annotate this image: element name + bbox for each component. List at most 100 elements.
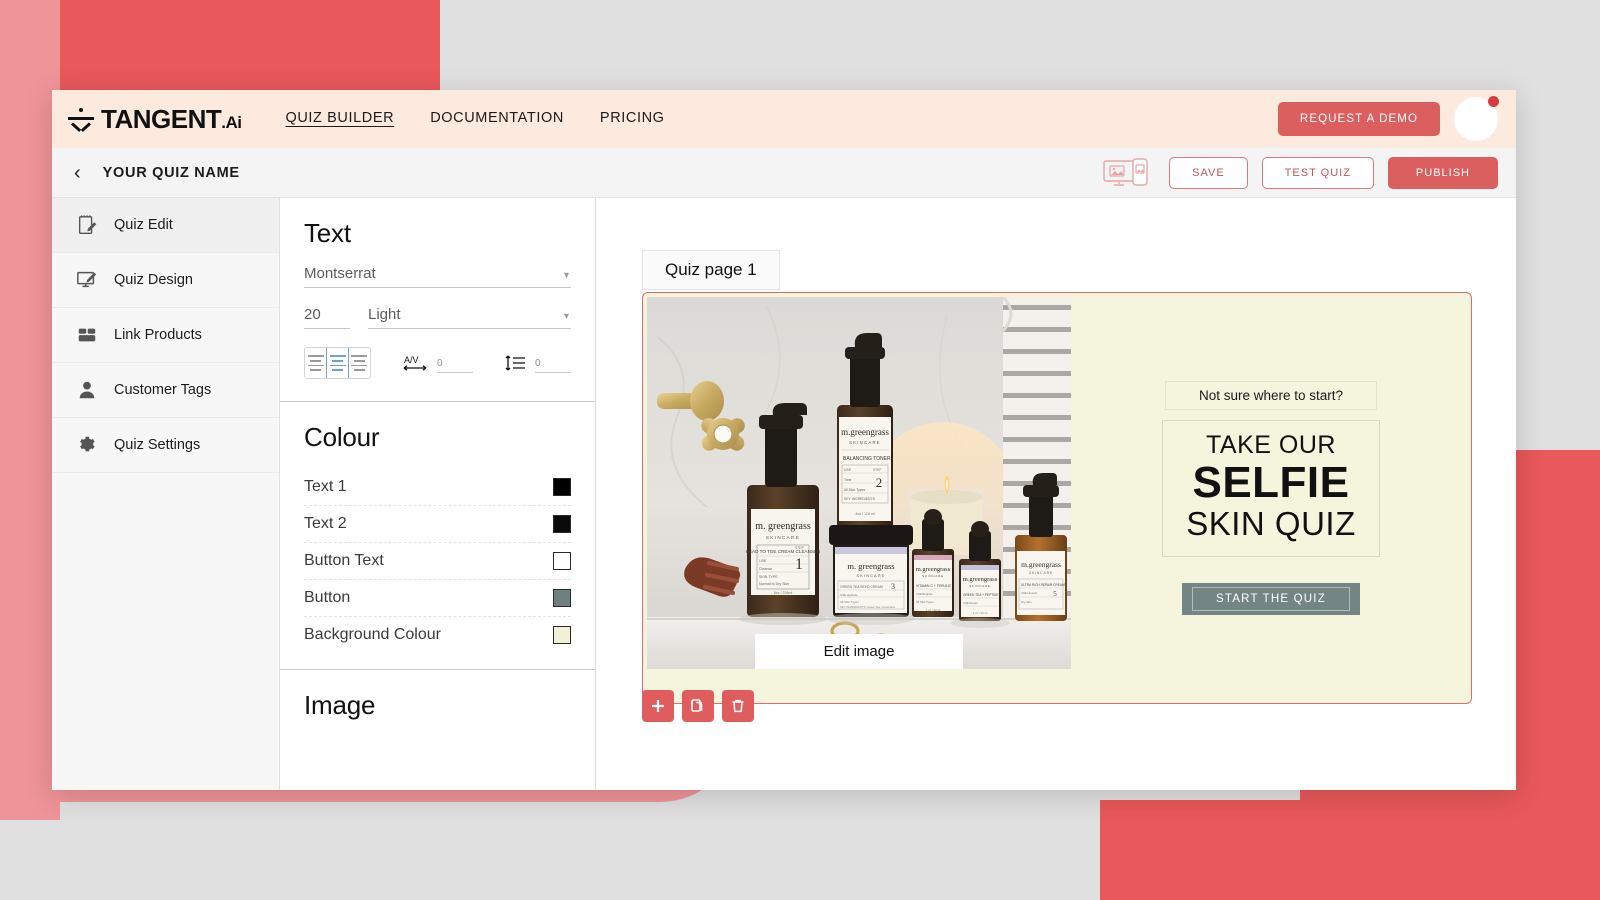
edit-image-button[interactable]: Edit image — [755, 634, 963, 669]
colour-row-label: Background Colour — [304, 626, 441, 643]
svg-text:4oz / 118 ml: 4oz / 118 ml — [855, 512, 875, 516]
line-height-input[interactable]: 0 — [535, 358, 571, 373]
font-size-weight-row: 20 Light ▾ — [304, 306, 571, 329]
skincare-products-photo: m. greengrass SKINCARE HEAD TO TOE CREAM… — [647, 297, 1071, 669]
colour-properties-section: Colour Text 1 Text 2 Button Text Button — [280, 402, 595, 670]
svg-text:GREEN TEA SEED CREAM: GREEN TEA SEED CREAM — [840, 585, 883, 589]
letter-spacing-input[interactable]: 0 — [437, 358, 473, 373]
font-family-select[interactable]: Montserrat ▾ — [304, 265, 571, 288]
colour-swatch-button-text[interactable] — [553, 552, 571, 570]
svg-text:KEY INGREDIENTS: KEY INGREDIENTS — [844, 497, 876, 501]
svg-text:m.greengrass: m.greengrass — [841, 427, 889, 437]
svg-text:SKINCARE: SKINCARE — [922, 574, 944, 578]
line-height-icon — [505, 353, 527, 373]
sidebar-item-link-products[interactable]: Link Products — [52, 308, 279, 363]
page-tab-quiz-page-1[interactable]: Quiz page 1 — [642, 250, 780, 290]
svg-text:Cleanse: Cleanse — [759, 567, 772, 571]
quiz-page-frame[interactable]: m. greengrass SKINCARE HEAD TO TOE CREAM… — [642, 292, 1472, 704]
sidebar-item-customer-tags[interactable]: Customer Tags — [52, 363, 279, 418]
svg-text:A/V: A/V — [404, 355, 419, 365]
request-demo-button[interactable]: REQUEST A DEMO — [1277, 102, 1440, 136]
svg-text:SKINCARE: SKINCARE — [766, 535, 800, 540]
test-quiz-button[interactable]: TEST QUIZ — [1261, 156, 1374, 189]
delete-block-button[interactable] — [722, 690, 754, 722]
text-properties-section: Text Montserrat ▾ 20 Light ▾ A/V 0 0 — [280, 198, 595, 402]
brand-logo[interactable]: TANGENT.Ai — [68, 103, 242, 135]
align-right-button[interactable] — [348, 348, 370, 378]
chevron-down-icon: ▾ — [563, 270, 569, 281]
svg-text:All Skin Types: All Skin Types — [840, 600, 859, 604]
font-size-input[interactable]: 20 — [304, 306, 350, 329]
letter-spacing-value: 0 — [437, 358, 443, 369]
letter-spacing-control: A/V 0 — [403, 353, 473, 373]
image-section-title: Image — [304, 690, 376, 720]
nav-link-pricing[interactable]: PRICING — [600, 110, 665, 128]
sidebar-item-quiz-design[interactable]: Quiz Design — [52, 253, 279, 308]
page-title: YOUR QUIZ NAME — [102, 164, 240, 181]
svg-text:VITAMIN C + FERULIC: VITAMIN C + FERULIC — [916, 584, 952, 588]
sidebar-item-quiz-settings[interactable]: Quiz Settings — [52, 418, 279, 473]
sub-header-actions: SAVE TEST QUIZ PUBLISH — [1099, 153, 1498, 201]
sidebar-item-label: Quiz Settings — [114, 437, 201, 453]
svg-text:USE Repair: USE Repair — [963, 601, 978, 605]
save-button[interactable]: SAVE — [1169, 156, 1248, 189]
quiz-subheading-text[interactable]: Not sure where to start? — [1165, 381, 1377, 410]
svg-text:Dry Skin: Dry Skin — [1021, 600, 1032, 604]
colour-row-text-1: Text 1 — [304, 469, 571, 506]
avatar[interactable] — [1454, 96, 1499, 141]
back-chevron-icon[interactable]: ‹ — [74, 163, 81, 183]
app-body: Quiz Edit Quiz Design Link Products Cust… — [52, 198, 1516, 790]
sidebar-item-label: Link Products — [114, 327, 202, 343]
add-block-button[interactable] — [642, 690, 674, 722]
colour-swatch-text-1[interactable] — [553, 478, 571, 496]
publish-button[interactable]: PUBLISH — [1387, 156, 1498, 189]
desktop-mobile-preview-icon — [1103, 157, 1148, 186]
colour-row-button-text: Button Text — [304, 543, 571, 580]
sidebar-item-label: Customer Tags — [114, 382, 212, 398]
svg-text:m. greengrass: m. greengrass — [847, 561, 894, 571]
svg-text:STEP: STEP — [795, 546, 805, 550]
colour-row-background: Background Colour — [304, 617, 571, 653]
monitor-pencil-icon — [74, 267, 100, 293]
colour-row-label: Button — [304, 589, 351, 606]
text-section-title: Text — [304, 218, 351, 248]
device-preview-toggle[interactable] — [1099, 153, 1155, 201]
logo-name: TANGENT — [101, 103, 222, 134]
svg-text:8oz / 236ml: 8oz / 236ml — [774, 591, 793, 595]
quiz-headline-block[interactable]: TAKE OUR SELFIE SKIN QUIZ — [1162, 420, 1380, 557]
text-align-group — [304, 347, 371, 379]
nav-link-quiz-builder[interactable]: QUIZ BUILDER — [285, 110, 394, 128]
align-center-button[interactable] — [326, 348, 349, 378]
tangent-logo-icon — [68, 105, 94, 133]
svg-text:USE Nourish: USE Nourish — [1021, 591, 1038, 595]
colour-row-label: Text 2 — [304, 515, 347, 532]
colour-swatch-background[interactable] — [553, 626, 571, 644]
sidebar-item-quiz-edit[interactable]: Quiz Edit — [52, 198, 279, 253]
background-shape-bottom-bar — [1100, 800, 1600, 900]
headline-line-2: SELFIE — [1192, 457, 1350, 507]
svg-text:1 oz / 30 ml: 1 oz / 30 ml — [973, 611, 988, 615]
start-quiz-button[interactable]: START THE QUIZ — [1182, 582, 1360, 615]
svg-text:USE Hydrate: USE Hydrate — [840, 593, 858, 597]
colour-swatch-text-2[interactable] — [553, 515, 571, 533]
quiz-image-block[interactable]: m. greengrass SKINCARE HEAD TO TOE CREAM… — [647, 297, 1071, 669]
align-left-button[interactable] — [305, 348, 327, 378]
duplicate-block-button[interactable] — [682, 690, 714, 722]
sidebar: Quiz Edit Quiz Design Link Products Cust… — [52, 198, 280, 790]
colour-swatch-button[interactable] — [553, 589, 571, 607]
headline-line-1: TAKE OUR — [1206, 431, 1336, 459]
svg-text:BALANCING TONER: BALANCING TONER — [843, 456, 891, 462]
nav-link-documentation[interactable]: DOCUMENTATION — [430, 110, 564, 128]
notepad-pencil-icon — [74, 212, 100, 238]
colour-row-button: Button — [304, 580, 571, 617]
image-properties-section: Image — [280, 670, 595, 753]
svg-text:SKINCARE: SKINCARE — [969, 584, 991, 588]
alignment-spacing-row: A/V 0 0 — [304, 347, 571, 379]
svg-text:5: 5 — [1053, 590, 1057, 598]
font-weight-select[interactable]: Light ▾ — [368, 306, 571, 329]
colour-row-label: Button Text — [304, 552, 384, 569]
svg-text:STEP: STEP — [873, 468, 881, 472]
letter-spacing-icon: A/V — [403, 353, 429, 373]
svg-text:USE Brighten: USE Brighten — [916, 592, 933, 596]
trash-icon — [732, 699, 744, 713]
